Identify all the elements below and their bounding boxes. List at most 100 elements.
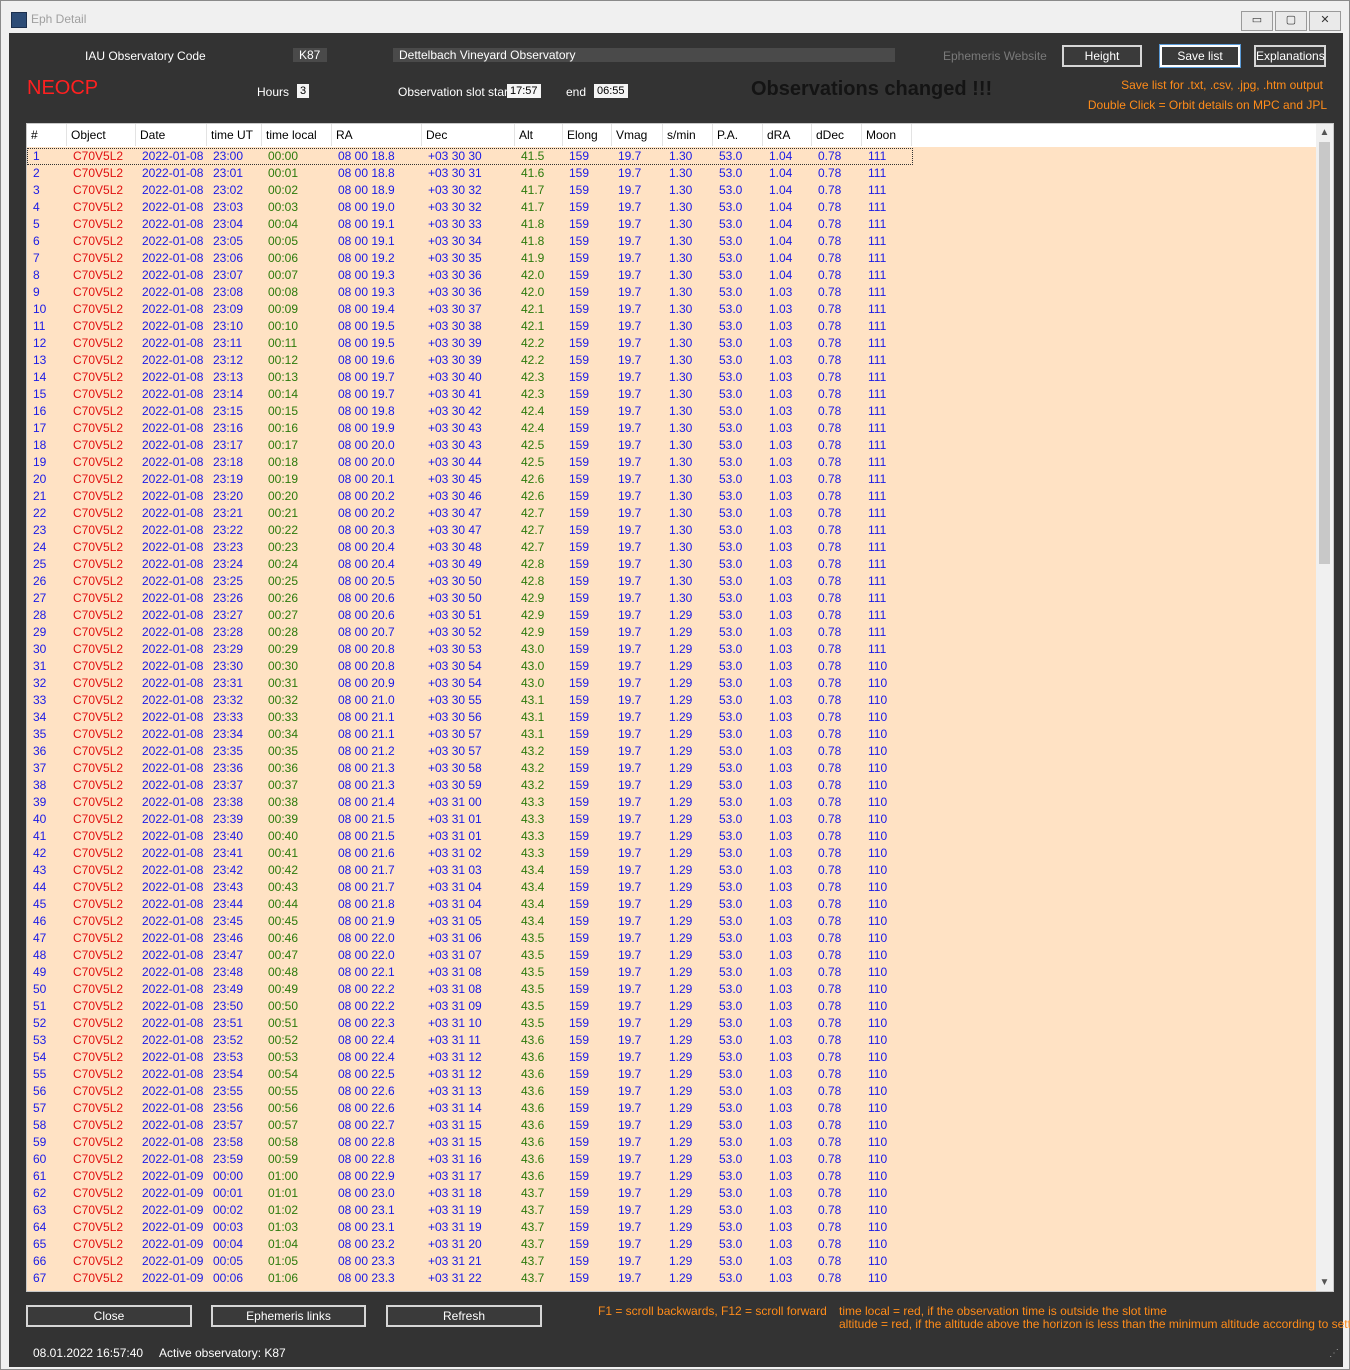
table-row[interactable]: 18 C70V5L2 2022-01-08 23:17 00:17 08 00 20.0 +… — [27, 437, 1316, 454]
table-row[interactable]: 48 C70V5L2 2022-01-08 23:47 00:47 08 00 22.0 +… — [27, 947, 1316, 964]
table-row[interactable]: 12 C70V5L2 2022-01-08 23:11 00:11 08 00 19.5 +… — [27, 335, 1316, 352]
table-row[interactable]: 10 C70V5L2 2022-01-08 23:09 00:09 08 00 19.4 +… — [27, 301, 1316, 318]
ephemeris-links-button[interactable]: Ephemeris links — [211, 1305, 366, 1327]
table-row[interactable]: 22 C70V5L2 2022-01-08 23:21 00:21 08 00 20.2 +… — [27, 505, 1316, 522]
table-row[interactable]: 26 C70V5L2 2022-01-08 23:25 00:25 08 00 20.5 +… — [27, 573, 1316, 590]
table-row[interactable]: 20 C70V5L2 2022-01-08 23:19 00:19 08 00 20.1 +… — [27, 471, 1316, 488]
hours-field[interactable]: 3 — [297, 84, 310, 98]
column-header-alt[interactable]: Alt — [515, 124, 563, 146]
save-list-button[interactable]: Save list — [1159, 44, 1241, 68]
scrollbar-thumb[interactable] — [1319, 142, 1330, 564]
table-row[interactable]: 66 C70V5L2 2022-01-09 00:05 01:05 08 00 23.3 +… — [27, 1253, 1316, 1270]
minimize-button[interactable]: ▭ — [1241, 11, 1273, 31]
table-row[interactable]: 5 C70V5L2 2022-01-08 23:04 00:04 08 00 19.1 +0… — [27, 216, 1316, 233]
table-row[interactable]: 60 C70V5L2 2022-01-08 23:59 00:59 08 00 22.8 +… — [27, 1151, 1316, 1168]
vertical-scrollbar[interactable]: ▲ ▼ — [1316, 124, 1333, 1291]
refresh-button[interactable]: Refresh — [386, 1305, 542, 1327]
table-row[interactable]: 32 C70V5L2 2022-01-08 23:31 00:31 08 00 20.9 +… — [27, 675, 1316, 692]
table-row[interactable]: 9 C70V5L2 2022-01-08 23:08 00:08 08 00 19.3 +0… — [27, 284, 1316, 301]
iau-code-field[interactable]: K87 — [293, 48, 327, 62]
table-row[interactable]: 62 C70V5L2 2022-01-09 00:01 01:01 08 00 23.0 +… — [27, 1185, 1316, 1202]
table-row[interactable]: 61 C70V5L2 2022-01-09 00:00 01:00 08 00 22.9 +… — [27, 1168, 1316, 1185]
table-row[interactable]: 39 C70V5L2 2022-01-08 23:38 00:38 08 00 21.4 +… — [27, 794, 1316, 811]
table-row[interactable]: 27 C70V5L2 2022-01-08 23:26 00:26 08 00 20.6 +… — [27, 590, 1316, 607]
table-row[interactable]: 33 C70V5L2 2022-01-08 23:32 00:32 08 00 21.0 +… — [27, 692, 1316, 709]
table-row[interactable]: 19 C70V5L2 2022-01-08 23:18 00:18 08 00 20.0 +… — [27, 454, 1316, 471]
table-row[interactable]: 6 C70V5L2 2022-01-08 23:05 00:05 08 00 19.1 +0… — [27, 233, 1316, 250]
table-row[interactable]: 8 C70V5L2 2022-01-08 23:07 00:07 08 00 19.3 +0… — [27, 267, 1316, 284]
table-row[interactable]: 29 C70V5L2 2022-01-08 23:28 00:28 08 00 20.7 +… — [27, 624, 1316, 641]
table-row[interactable]: 4 C70V5L2 2022-01-08 23:03 00:03 08 00 19.0 +0… — [27, 199, 1316, 216]
table-row[interactable]: 41 C70V5L2 2022-01-08 23:40 00:40 08 00 21.5 +… — [27, 828, 1316, 845]
table-row[interactable]: 49 C70V5L2 2022-01-08 23:48 00:48 08 00 22.1 +… — [27, 964, 1316, 981]
table-row[interactable]: 25 C70V5L2 2022-01-08 23:24 00:24 08 00 20.4 +… — [27, 556, 1316, 573]
table-row[interactable]: 15 C70V5L2 2022-01-08 23:14 00:14 08 00 19.7 +… — [27, 386, 1316, 403]
column-header-speed[interactable]: s/min — [663, 124, 713, 146]
table-row[interactable]: 64 C70V5L2 2022-01-09 00:03 01:03 08 00 23.1 +… — [27, 1219, 1316, 1236]
slot-end-field[interactable]: 06:55 — [594, 84, 628, 98]
column-header-object[interactable]: Object — [67, 124, 136, 146]
table-row[interactable]: 38 C70V5L2 2022-01-08 23:37 00:37 08 00 21.3 +… — [27, 777, 1316, 794]
table-row[interactable]: 1 C70V5L2 2022-01-08 23:00 00:00 08 00 18.8 +0… — [27, 148, 913, 165]
chevron-down-icon[interactable]: ▼ — [1316, 1274, 1333, 1291]
column-header-ddec[interactable]: dDec — [812, 124, 862, 146]
table-body[interactable]: 1 C70V5L2 2022-01-08 23:00 00:00 08 00 18.8 +0… — [27, 148, 1316, 1287]
table-row[interactable]: 3 C70V5L2 2022-01-08 23:02 00:02 08 00 18.9 +0… — [27, 182, 1316, 199]
table-row[interactable]: 65 C70V5L2 2022-01-09 00:04 01:04 08 00 23.2 +… — [27, 1236, 1316, 1253]
resize-grip-icon[interactable]: ⋰ — [1329, 1348, 1339, 1359]
column-header-position-angle[interactable]: P.A. — [713, 124, 763, 146]
column-header-row-number[interactable]: # — [27, 124, 67, 146]
table-row[interactable]: 28 C70V5L2 2022-01-08 23:27 00:27 08 00 20.6 +… — [27, 607, 1316, 624]
table-row[interactable]: 11 C70V5L2 2022-01-08 23:10 00:10 08 00 19.5 +… — [27, 318, 1316, 335]
column-header-elong[interactable]: Elong — [563, 124, 612, 146]
table-row[interactable]: 40 C70V5L2 2022-01-08 23:39 00:39 08 00 21.5 +… — [27, 811, 1316, 828]
height-button[interactable]: Height — [1062, 45, 1142, 67]
table-row[interactable]: 35 C70V5L2 2022-01-08 23:34 00:34 08 00 21.1 +… — [27, 726, 1316, 743]
table-row[interactable]: 2 C70V5L2 2022-01-08 23:01 00:01 08 00 18.8 +0… — [27, 165, 1316, 182]
column-header-moon[interactable]: Moon — [862, 124, 912, 146]
table-row[interactable]: 55 C70V5L2 2022-01-08 23:54 00:54 08 00 22.5 +… — [27, 1066, 1316, 1083]
table-row[interactable]: 54 C70V5L2 2022-01-08 23:53 00:53 08 00 22.4 +… — [27, 1049, 1316, 1066]
column-header-ra[interactable]: RA — [332, 124, 422, 146]
close-window-button[interactable]: ✕ — [1309, 11, 1341, 31]
column-header-time-local[interactable]: time local — [262, 124, 332, 146]
table-row[interactable]: 36 C70V5L2 2022-01-08 23:35 00:35 08 00 21.2 +… — [27, 743, 1316, 760]
table-row[interactable]: 21 C70V5L2 2022-01-08 23:20 00:20 08 00 20.2 +… — [27, 488, 1316, 505]
title-bar[interactable]: Eph Detail ▭ ▢ ✕ — [1, 1, 1349, 33]
table-row[interactable]: 23 C70V5L2 2022-01-08 23:22 00:22 08 00 20.3 +… — [27, 522, 1316, 539]
table-row[interactable]: 43 C70V5L2 2022-01-08 23:42 00:42 08 00 21.7 +… — [27, 862, 1316, 879]
ephemeris-table[interactable]: # Object Date time UT time local RA Dec Alt Elon… — [26, 123, 1334, 1292]
close-button[interactable]: Close — [26, 1305, 192, 1327]
table-row[interactable]: 7 C70V5L2 2022-01-08 23:06 00:06 08 00 19.2 +0… — [27, 250, 1316, 267]
table-row[interactable]: 34 C70V5L2 2022-01-08 23:33 00:33 08 00 21.1 +… — [27, 709, 1316, 726]
table-row[interactable]: 50 C70V5L2 2022-01-08 23:49 00:49 08 00 22.2 +… — [27, 981, 1316, 998]
maximize-button[interactable]: ▢ — [1275, 11, 1307, 31]
table-row[interactable]: 42 C70V5L2 2022-01-08 23:41 00:41 08 00 21.6 +… — [27, 845, 1316, 862]
ephemeris-website-link[interactable]: Ephemeris Website — [943, 49, 1047, 63]
table-row[interactable]: 13 C70V5L2 2022-01-08 23:12 00:12 08 00 19.6 +… — [27, 352, 1316, 369]
table-row[interactable]: 14 C70V5L2 2022-01-08 23:13 00:13 08 00 19.7 +… — [27, 369, 1316, 386]
table-row[interactable]: 57 C70V5L2 2022-01-08 23:56 00:56 08 00 22.6 +… — [27, 1100, 1316, 1117]
table-row[interactable]: 67 C70V5L2 2022-01-09 00:06 01:06 08 00 23.3 +… — [27, 1270, 1316, 1287]
table-row[interactable]: 53 C70V5L2 2022-01-08 23:52 00:52 08 00 22.4 +… — [27, 1032, 1316, 1049]
table-row[interactable]: 52 C70V5L2 2022-01-08 23:51 00:51 08 00 22.3 +… — [27, 1015, 1316, 1032]
table-row[interactable]: 37 C70V5L2 2022-01-08 23:36 00:36 08 00 21.3 +… — [27, 760, 1316, 777]
column-header-time-ut[interactable]: time UT — [207, 124, 262, 146]
column-header-dec[interactable]: Dec — [422, 124, 515, 146]
chevron-up-icon[interactable]: ▲ — [1316, 124, 1333, 141]
table-row[interactable]: 51 C70V5L2 2022-01-08 23:50 00:50 08 00 22.2 +… — [27, 998, 1316, 1015]
table-row[interactable]: 16 C70V5L2 2022-01-08 23:15 00:15 08 00 19.8 +… — [27, 403, 1316, 420]
table-row[interactable]: 63 C70V5L2 2022-01-09 00:02 01:02 08 00 23.1 +… — [27, 1202, 1316, 1219]
table-row[interactable]: 24 C70V5L2 2022-01-08 23:23 00:23 08 00 20.4 +… — [27, 539, 1316, 556]
table-row[interactable]: 56 C70V5L2 2022-01-08 23:55 00:55 08 00 22.6 +… — [27, 1083, 1316, 1100]
table-row[interactable]: 30 C70V5L2 2022-01-08 23:29 00:29 08 00 20.8 +… — [27, 641, 1316, 658]
table-row[interactable]: 31 C70V5L2 2022-01-08 23:30 00:30 08 00 20.8 +… — [27, 658, 1316, 675]
column-header-date[interactable]: Date — [136, 124, 207, 146]
observatory-name-field[interactable]: Dettelbach Vineyard Observatory — [393, 48, 895, 62]
table-row[interactable]: 46 C70V5L2 2022-01-08 23:45 00:45 08 00 21.9 +… — [27, 913, 1316, 930]
table-row[interactable]: 58 C70V5L2 2022-01-08 23:57 00:57 08 00 22.7 +… — [27, 1117, 1316, 1134]
column-header-dra[interactable]: dRA — [763, 124, 812, 146]
table-row[interactable]: 45 C70V5L2 2022-01-08 23:44 00:44 08 00 21.8 +… — [27, 896, 1316, 913]
slot-start-field[interactable]: 17:57 — [507, 84, 541, 98]
column-header-vmag[interactable]: Vmag — [612, 124, 663, 146]
